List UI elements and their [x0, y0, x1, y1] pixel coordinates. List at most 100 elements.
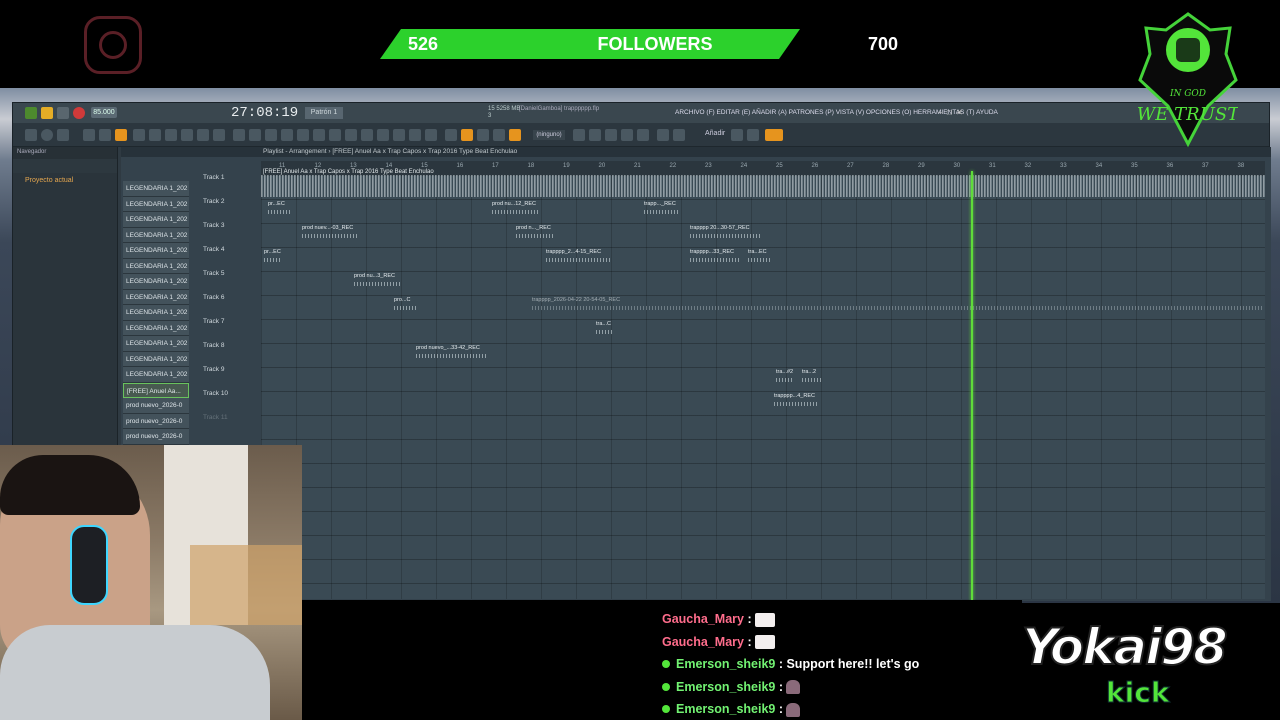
browser-toolbar[interactable]	[13, 159, 117, 173]
pattern-item[interactable]: LEGENDARIA 1_202	[123, 181, 189, 197]
pattern-item[interactable]: prod nuevo_2026-0	[123, 398, 189, 414]
toolbar-icon[interactable]	[673, 129, 685, 141]
toolbar-icon[interactable]	[621, 129, 633, 141]
toolbar-icon[interactable]	[637, 129, 649, 141]
toolbar-icon[interactable]	[409, 129, 421, 141]
audio-clip[interactable]: trapp..._REC	[641, 200, 681, 220]
stop-icon[interactable]	[57, 107, 69, 119]
pattern-item[interactable]: LEGENDARIA 1_202	[123, 258, 189, 274]
audio-clip[interactable]: tra...EC	[745, 248, 773, 268]
toolbar-icon[interactable]	[25, 129, 37, 141]
audio-clip[interactable]: trapppp...33_REC	[687, 248, 743, 268]
master-audio-clip[interactable]	[261, 175, 1265, 197]
toolbar-icon[interactable]	[265, 129, 277, 141]
toolbar-icon[interactable]	[731, 129, 743, 141]
toolbar-icon[interactable]	[589, 129, 601, 141]
toolbar-icon[interactable]	[393, 129, 405, 141]
toolbar-icon[interactable]	[181, 129, 193, 141]
toolbar-icon[interactable]	[345, 129, 357, 141]
toolbar-icon[interactable]	[573, 129, 585, 141]
audio-clip[interactable]: pr...EC	[261, 248, 285, 268]
playhead[interactable]	[971, 171, 973, 601]
toolbar-icon[interactable]	[149, 129, 161, 141]
pattern-item[interactable]: LEGENDARIA 1_202	[123, 243, 189, 259]
toolbar-icon[interactable]	[213, 129, 225, 141]
track-header-item[interactable]: Track 3	[201, 219, 257, 243]
toolbar-icon[interactable]	[425, 129, 437, 141]
pattern-item[interactable]: prod nuevo_2026-0	[123, 429, 189, 445]
track-header-item[interactable]: Track 4	[201, 243, 257, 267]
toolbar-icon[interactable]	[313, 129, 325, 141]
toolbar-icon[interactable]	[747, 129, 759, 141]
track-header-item[interactable]: Track 11	[201, 411, 257, 435]
audio-clip[interactable]: tra...#2	[773, 368, 797, 388]
toolbar-icon[interactable]	[99, 129, 111, 141]
playlist-grid[interactable]: [FREE] Anuel Aa x Trap Capos x Trap 2016…	[261, 169, 1265, 601]
toolbar-icon[interactable]	[445, 129, 457, 141]
window-controls[interactable]: – □ ✕	[938, 108, 963, 117]
toolbar-icon[interactable]	[83, 129, 95, 141]
pattern-item[interactable]: prod nuevo_2026-0	[123, 413, 189, 429]
audio-clip[interactable]: prod nuevo_...33-42_REC	[413, 344, 489, 364]
toolbar-icon[interactable]	[197, 129, 209, 141]
audio-clip[interactable]: trapppp_2026-04-22 20-54-05_REC	[529, 296, 1265, 316]
close-icon[interactable]	[657, 129, 669, 141]
audio-clip[interactable]: trapppp 20...30-57_REC	[687, 224, 765, 244]
pattern-item[interactable]: LEGENDARIA 1_202	[123, 289, 189, 305]
toolbar-icon-active[interactable]	[765, 129, 783, 141]
pattern-selector[interactable]: Patrón 1	[305, 107, 343, 119]
play-icon[interactable]	[41, 107, 53, 119]
toolbar-icon[interactable]	[605, 129, 617, 141]
audio-clip[interactable]: trapppp_2...4-15_REC	[543, 248, 613, 268]
toolbar-icon-active[interactable]	[461, 129, 473, 141]
pattern-item[interactable]: [FREE] Anuel Aa...	[123, 382, 189, 398]
chat-username[interactable]: Emerson_sheik9	[676, 680, 775, 694]
audio-clip[interactable]: prod n..._REC	[513, 224, 557, 244]
toolbar-icon[interactable]	[493, 129, 505, 141]
browser-item-current-project[interactable]: Proyecto actual	[13, 173, 117, 188]
track-header-item[interactable]: Track 8	[201, 339, 257, 363]
audio-clip[interactable]: trapppp...4_REC	[771, 392, 821, 412]
chat-username[interactable]: Gaucha_Mary	[662, 612, 744, 626]
audio-clip[interactable]: pr...EC	[265, 200, 295, 220]
track-header-item[interactable]: Track 2	[201, 195, 257, 219]
toolbar-icon[interactable]	[281, 129, 293, 141]
audio-clip[interactable]: tra...C	[593, 320, 615, 340]
chat-username[interactable]: Emerson_sheik9	[676, 702, 775, 716]
track-header-item[interactable]: Track 1	[201, 171, 257, 195]
toolbar-icon[interactable]	[297, 129, 309, 141]
pattern-item[interactable]: LEGENDARIA 1_202	[123, 196, 189, 212]
track-header-item[interactable]: Track 7	[201, 315, 257, 339]
pattern-item[interactable]: LEGENDARIA 1_202	[123, 336, 189, 352]
toolbar-icon-active[interactable]	[509, 129, 521, 141]
chat-username[interactable]: Gaucha_Mary	[662, 635, 744, 649]
metronome-icon[interactable]	[25, 107, 37, 119]
audio-clip[interactable]: tra...2	[799, 368, 825, 388]
audio-clip[interactable]: prod nu...3_REC	[351, 272, 403, 292]
audio-clip[interactable]: prod nu...12_REC	[489, 200, 541, 220]
pattern-item[interactable]: LEGENDARIA 1_202	[123, 367, 189, 383]
toolbar-icon[interactable]	[41, 129, 53, 141]
pattern-item[interactable]: LEGENDARIA 1_202	[123, 274, 189, 290]
pattern-item[interactable]: LEGENDARIA 1_202	[123, 212, 189, 228]
toolbar-icon[interactable]	[329, 129, 341, 141]
pattern-item[interactable]: LEGENDARIA 1_202	[123, 320, 189, 336]
tempo-display[interactable]: 85.000	[91, 107, 117, 118]
track-header-item[interactable]: Track 10	[201, 387, 257, 411]
record-icon[interactable]	[73, 107, 85, 119]
toolbar-icon[interactable]	[57, 129, 69, 141]
track-header-item[interactable]: Track 5	[201, 267, 257, 291]
pattern-item[interactable]: LEGENDARIA 1_202	[123, 227, 189, 243]
toolbar-icon[interactable]	[377, 129, 389, 141]
track-header-item[interactable]: Track 6	[201, 291, 257, 315]
audio-clip[interactable]: prod nuev...-03_REC	[299, 224, 361, 244]
toolbar-icon-active[interactable]	[115, 129, 127, 141]
toolbar-icon[interactable]	[477, 129, 489, 141]
preset-selector[interactable]: (ninguno)	[533, 130, 565, 140]
toolbar-icon[interactable]	[233, 129, 245, 141]
add-button[interactable]: Añadir	[705, 130, 725, 137]
pattern-item[interactable]: LEGENDARIA 1_202	[123, 305, 189, 321]
toolbar-icon[interactable]	[249, 129, 261, 141]
pattern-item[interactable]: LEGENDARIA 1_202	[123, 351, 189, 367]
audio-clip[interactable]: pro...C	[391, 296, 419, 316]
